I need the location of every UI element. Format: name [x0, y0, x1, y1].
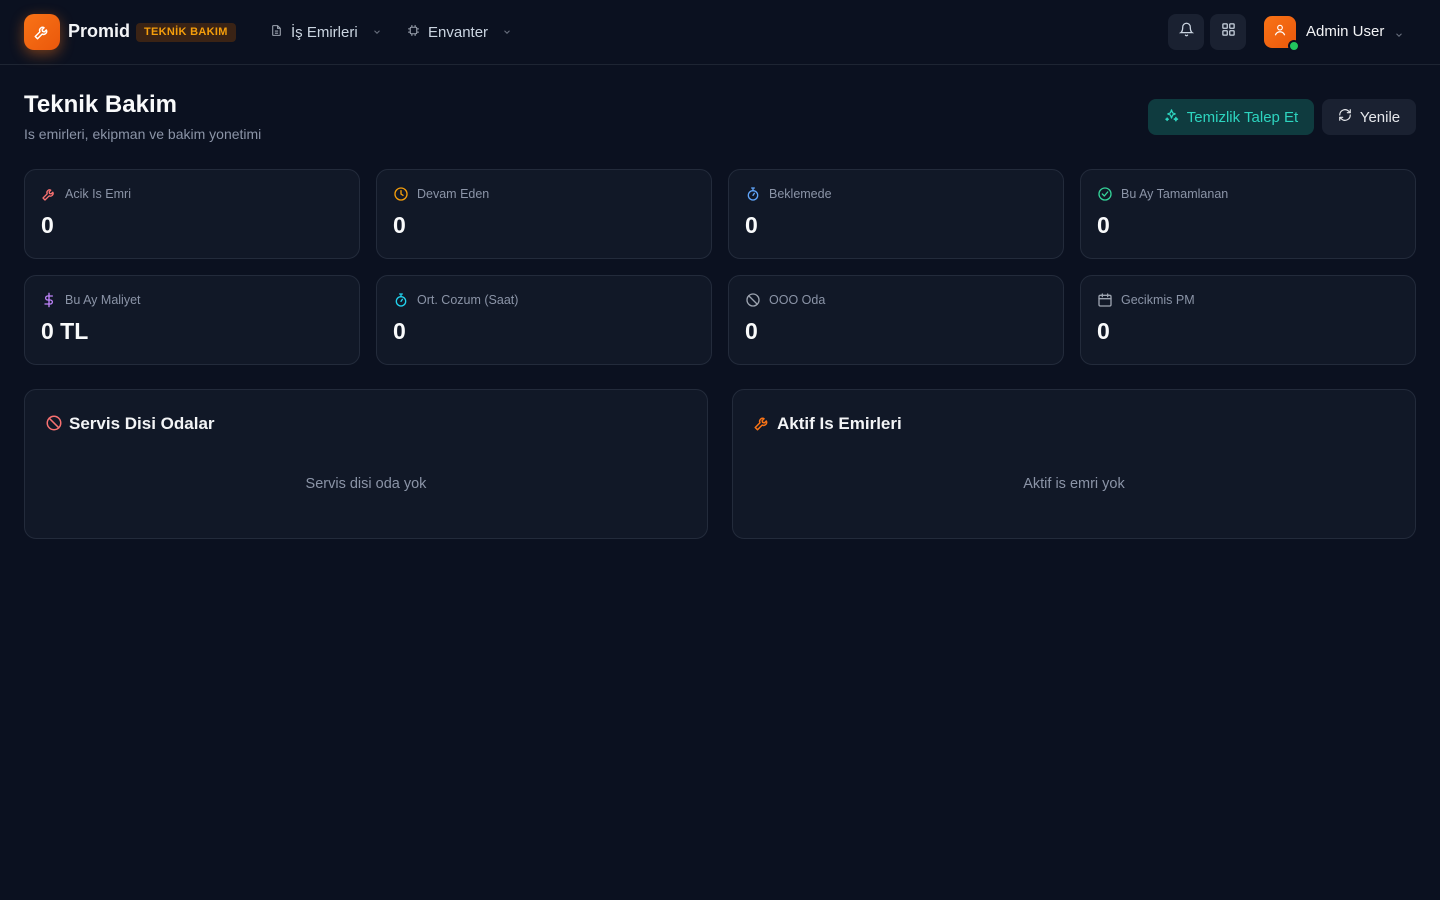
timer-icon [745, 186, 761, 202]
module-badge: TEKNİK BAKIM [136, 23, 236, 42]
refresh-button[interactable]: Yenile [1322, 99, 1416, 135]
stat-label: Gecikmis PM [1121, 293, 1195, 307]
chevron-down-icon[interactable] [1394, 27, 1404, 45]
stat-card-avg-resolution: Ort. Cozum (Saat) 0 [376, 275, 712, 365]
active-work-orders-panel: Aktif Is Emirleri Aktif is emri yok [732, 389, 1416, 539]
out-of-service-rooms-panel: Servis Disi Odalar Servis disi oda yok [24, 389, 708, 539]
stat-value: 0 [745, 212, 758, 238]
stat-label: Acik Is Emri [65, 187, 131, 201]
clock-icon [393, 186, 409, 202]
stat-value: 0 [41, 212, 54, 238]
page-subtitle: Is emirleri, ekipman ve bakim yonetimi [24, 126, 262, 142]
notifications-button[interactable] [1168, 14, 1204, 50]
stat-card-pending: Beklemede 0 [728, 169, 1064, 259]
stat-card-monthly-cost: Bu Ay Maliyet 0 TL [24, 275, 360, 365]
avatar[interactable] [1264, 16, 1300, 52]
nav-inventory-label: Envanter [428, 23, 489, 41]
refresh-icon [1338, 108, 1352, 126]
ban-icon [745, 292, 761, 308]
user-icon [1273, 23, 1287, 42]
chevron-down-icon [372, 24, 382, 41]
nav-work-orders-label: İş Emirleri [291, 23, 358, 41]
nav-work-orders[interactable]: İş Emirleri [270, 20, 382, 44]
user-name[interactable]: Admin User [1306, 23, 1384, 40]
stat-label: Devam Eden [417, 187, 490, 201]
stat-value: 0 [1097, 318, 1110, 344]
refresh-label: Yenile [1359, 108, 1401, 126]
dollar-icon [41, 292, 57, 308]
check-circle-icon [1097, 186, 1113, 202]
empty-state: Aktif is emri yok [1023, 476, 1125, 492]
stat-card-open-work-orders: Acik Is Emri 0 [24, 169, 360, 259]
document-icon [270, 24, 283, 41]
stopwatch-icon [393, 292, 409, 308]
apps-grid-button[interactable] [1210, 14, 1246, 50]
stat-card-in-progress: Devam Eden 0 [376, 169, 712, 259]
stat-value: 0 [745, 318, 758, 344]
stat-card-overdue-pm: Gecikmis PM 0 [1080, 275, 1416, 365]
chip-icon [407, 24, 420, 41]
empty-state: Servis disi oda yok [305, 476, 427, 492]
stat-card-ooo-rooms: OOO Oda 0 [728, 275, 1064, 365]
request-cleaning-label: Temizlik Talep Et [1186, 108, 1299, 126]
stat-label: Beklemede [769, 187, 832, 201]
page-title: Teknik Bakim [24, 91, 177, 118]
stat-card-completed-this-month: Bu Ay Tamamlanan 0 [1080, 169, 1416, 259]
bell-icon [1178, 22, 1194, 42]
stat-value: 0 [393, 318, 406, 344]
chevron-down-icon [502, 24, 512, 41]
sparkles-icon [1164, 108, 1179, 127]
wrench-icon [41, 186, 57, 202]
panel-title: Servis Disi Odalar [69, 414, 215, 433]
panel-title: Aktif Is Emirleri [777, 414, 902, 433]
logo-wrench-icon[interactable] [24, 14, 60, 50]
calendar-icon [1097, 292, 1113, 308]
top-navbar: Promid TEKNİK BAKIM İş Emirleri Envanter [0, 0, 1440, 65]
request-cleaning-button[interactable]: Temizlik Talep Et [1148, 99, 1314, 135]
stat-value: 0 TL [41, 318, 89, 344]
stat-value: 0 [393, 212, 406, 238]
stat-label: OOO Oda [769, 293, 826, 307]
stat-label: Ort. Cozum (Saat) [417, 293, 519, 307]
brand-name[interactable]: Promid [68, 21, 130, 42]
stat-value: 0 [1097, 212, 1110, 238]
stat-label: Bu Ay Tamamlanan [1121, 187, 1229, 201]
grid-icon [1221, 22, 1236, 42]
stat-label: Bu Ay Maliyet [65, 293, 141, 307]
online-status-dot [1288, 40, 1300, 52]
nav-inventory[interactable]: Envanter [407, 20, 512, 44]
wrench-icon [753, 414, 771, 432]
ban-icon [45, 414, 63, 432]
